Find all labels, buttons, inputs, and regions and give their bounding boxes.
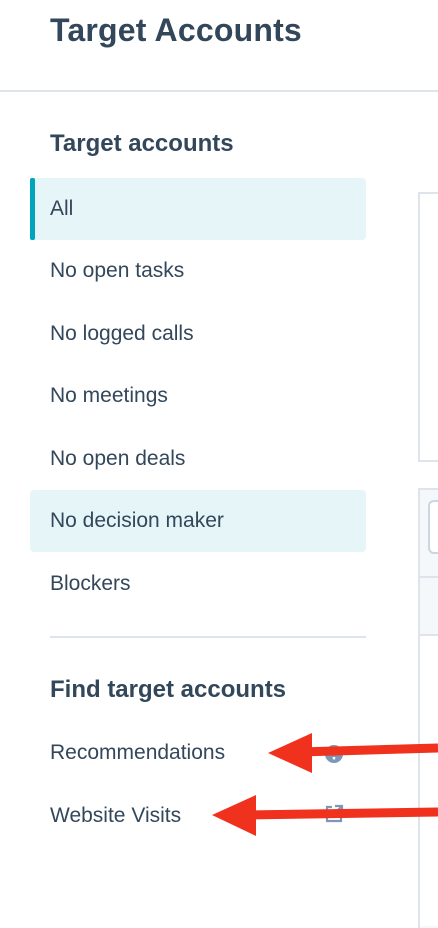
sidebar-item-label: No open deals [50,447,186,470]
sidebar-item-blockers[interactable]: Blockers [30,553,366,615]
table-body [420,636,438,926]
main-content-panel [418,192,438,462]
sidebar-item-label: Blockers [50,572,131,595]
sidebar-item-no-meetings[interactable]: No meetings [30,365,366,427]
table-header-divider [418,576,438,578]
website-visits-link[interactable]: Website Visits [50,804,181,828]
sidebar-item-label: All [50,197,74,220]
sidebar-item-all[interactable]: All [30,178,366,240]
find-target-accounts-heading: Find target accounts [50,676,287,703]
sidebar-item-no-open-tasks[interactable]: No open tasks [30,240,366,302]
sidebar-item-label: No meetings [50,384,168,407]
sidebar-item-label: No decision maker [50,509,224,532]
sidebar: Target accounts All No open tasks No log… [0,92,380,918]
table-search-input[interactable] [428,500,438,554]
sidebar-item-no-open-deals[interactable]: No open deals [30,428,366,490]
target-accounts-heading: Target accounts [50,130,234,157]
page-header: Target Accounts [0,0,438,92]
page-title: Target Accounts [50,12,302,48]
info-icon[interactable] [322,742,346,766]
external-link-icon[interactable] [322,802,346,826]
section-divider [50,636,366,638]
recommendations-link[interactable]: Recommendations [50,741,225,765]
active-indicator [30,178,35,240]
sidebar-item-no-logged-calls[interactable]: No logged calls [30,303,366,365]
sidebar-item-label: No logged calls [50,322,194,345]
sidebar-item-no-decision-maker[interactable]: No decision maker [30,490,366,552]
sidebar-item-label: No open tasks [50,259,185,282]
